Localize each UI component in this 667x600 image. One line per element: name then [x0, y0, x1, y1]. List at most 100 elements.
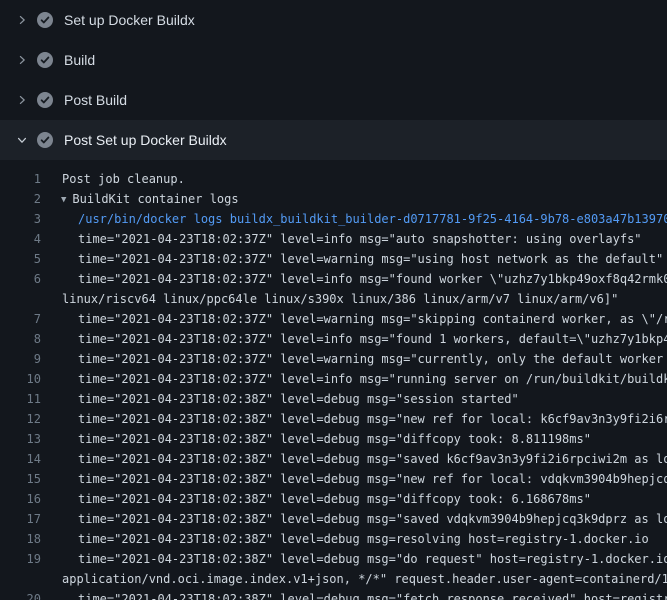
log-line: 12 time="2021-04-23T18:02:38Z" level=deb… — [0, 409, 667, 429]
log-line-number[interactable]: 15 — [0, 469, 41, 489]
chevron-right-icon[interactable] — [17, 55, 27, 65]
log-text: time="2021-04-23T18:02:37Z" level=warnin… — [78, 352, 667, 366]
log-text: time="2021-04-23T18:02:38Z" level=debug … — [78, 592, 667, 600]
log-line-text: time="2021-04-23T18:02:38Z" level=debug … — [41, 509, 667, 529]
log-text: time="2021-04-23T18:02:37Z" level=info m… — [78, 232, 642, 246]
log-line: 11 time="2021-04-23T18:02:38Z" level=deb… — [0, 389, 667, 409]
log-text: BuildKit container logs — [72, 192, 238, 206]
log-line: 13 time="2021-04-23T18:02:38Z" level=deb… — [0, 429, 667, 449]
log-text: time="2021-04-23T18:02:37Z" level=info m… — [78, 332, 667, 346]
log-line-number[interactable]: 12 — [0, 409, 41, 429]
log-text: time="2021-04-23T18:02:38Z" level=debug … — [78, 452, 667, 466]
log-line: 15 time="2021-04-23T18:02:38Z" level=deb… — [0, 469, 667, 489]
step-row-set-up-docker-buildx[interactable]: Set up Docker Buildx — [0, 0, 667, 40]
log-line-text: linux/riscv64 linux/ppc64le linux/s390x … — [41, 289, 618, 309]
step-label: Set up Docker Buildx — [64, 12, 195, 28]
log-line-number[interactable]: 5 — [0, 249, 41, 269]
log-line: 20 time="2021-04-23T18:02:38Z" level=deb… — [0, 589, 667, 600]
log-line-number[interactable]: 7 — [0, 309, 41, 329]
log-line-text: time="2021-04-23T18:02:37Z" level=info m… — [41, 329, 667, 349]
log-line: 14 time="2021-04-23T18:02:38Z" level=deb… — [0, 449, 667, 469]
log-line-number[interactable]: 13 — [0, 429, 41, 449]
log-line-text: time="2021-04-23T18:02:37Z" level=warnin… — [41, 349, 667, 369]
log-line-number[interactable]: 17 — [0, 509, 41, 529]
log-line: 3 /usr/bin/docker logs buildx_buildkit_b… — [0, 209, 667, 229]
log-line-number[interactable]: 11 — [0, 389, 41, 409]
log-line-number[interactable]: 6 — [0, 269, 41, 289]
step-row-post-build[interactable]: Post Build — [0, 80, 667, 120]
log-text: time="2021-04-23T18:02:38Z" level=debug … — [78, 532, 649, 546]
log-line: 18 time="2021-04-23T18:02:38Z" level=deb… — [0, 529, 667, 549]
log-line-text: ▼ BuildKit container logs — [41, 189, 239, 209]
log-line-number[interactable]: 9 — [0, 349, 41, 369]
check-circle-icon — [37, 92, 53, 108]
workflow-log-panel: Set up Docker Buildx Build Post Build — [0, 0, 667, 600]
log-line: linux/riscv64 linux/ppc64le linux/s390x … — [0, 289, 667, 309]
chevron-right-icon[interactable] — [17, 95, 27, 105]
chevron-down-icon[interactable] — [17, 135, 27, 145]
step-row-post-set-up-docker-buildx[interactable]: Post Set up Docker Buildx — [0, 120, 667, 160]
log-line-text: application/vnd.oci.image.index.v1+json,… — [41, 569, 667, 589]
log-text: time="2021-04-23T18:02:37Z" level=info m… — [78, 272, 667, 286]
collapse-toggle-icon[interactable]: ▼ — [61, 190, 66, 210]
log-line-number[interactable]: 18 — [0, 529, 41, 549]
log-line: 8 time="2021-04-23T18:02:37Z" level=info… — [0, 329, 667, 349]
log-line-number[interactable]: 8 — [0, 329, 41, 349]
log-line-text: /usr/bin/docker logs buildx_buildkit_bui… — [41, 209, 667, 229]
log-line: 2 ▼ BuildKit container logs — [0, 189, 667, 209]
log-line-text: time="2021-04-23T18:02:38Z" level=debug … — [41, 409, 667, 429]
log-text: application/vnd.oci.image.index.v1+json,… — [62, 572, 667, 586]
log-line-text: time="2021-04-23T18:02:38Z" level=debug … — [41, 529, 649, 549]
log-line-number[interactable]: 4 — [0, 229, 41, 249]
log-line-number[interactable]: 1 — [0, 169, 41, 189]
log-line: 19 time="2021-04-23T18:02:38Z" level=deb… — [0, 549, 667, 569]
log-line-number[interactable]: 10 — [0, 369, 41, 389]
log-line-text: time="2021-04-23T18:02:38Z" level=debug … — [41, 489, 591, 509]
log-line-text: time="2021-04-23T18:02:38Z" level=debug … — [41, 389, 519, 409]
log-line-text: time="2021-04-23T18:02:38Z" level=debug … — [41, 589, 667, 600]
log-text: time="2021-04-23T18:02:38Z" level=debug … — [78, 512, 667, 526]
log-line: application/vnd.oci.image.index.v1+json,… — [0, 569, 667, 589]
chevron-right-icon[interactable] — [17, 15, 27, 25]
log-line-text: time="2021-04-23T18:02:38Z" level=debug … — [41, 449, 667, 469]
log-line: 1 Post job cleanup. — [0, 169, 667, 189]
log-area: 1 Post job cleanup. 2 ▼ BuildKit containe… — [0, 160, 667, 600]
check-circle-icon — [37, 132, 53, 148]
log-line-text: time="2021-04-23T18:02:37Z" level=info m… — [41, 229, 642, 249]
log-line-number[interactable]: 3 — [0, 209, 41, 229]
log-line-number[interactable]: 20 — [0, 589, 41, 600]
log-text: Post job cleanup. — [62, 172, 185, 186]
check-circle-icon — [37, 12, 53, 28]
log-line-text: time="2021-04-23T18:02:38Z" level=debug … — [41, 469, 667, 489]
log-line-number[interactable]: 19 — [0, 549, 41, 569]
log-line: 7 time="2021-04-23T18:02:37Z" level=warn… — [0, 309, 667, 329]
step-row-build[interactable]: Build — [0, 40, 667, 80]
check-circle-icon — [37, 52, 53, 68]
log-line-text: time="2021-04-23T18:02:38Z" level=debug … — [41, 429, 591, 449]
log-text: linux/riscv64 linux/ppc64le linux/s390x … — [62, 292, 618, 306]
log-line: 16 time="2021-04-23T18:02:38Z" level=deb… — [0, 489, 667, 509]
log-line: 17 time="2021-04-23T18:02:38Z" level=deb… — [0, 509, 667, 529]
step-label: Post Set up Docker Buildx — [64, 132, 227, 148]
log-line-text: Post job cleanup. — [41, 169, 185, 189]
step-label: Post Build — [64, 92, 127, 108]
log-line: 10 time="2021-04-23T18:02:37Z" level=inf… — [0, 369, 667, 389]
log-line-text: time="2021-04-23T18:02:38Z" level=debug … — [41, 549, 667, 569]
step-label: Build — [64, 52, 95, 68]
log-text: time="2021-04-23T18:02:38Z" level=debug … — [78, 392, 519, 406]
log-line-number[interactable]: 14 — [0, 449, 41, 469]
log-text: /usr/bin/docker logs buildx_buildkit_bui… — [78, 212, 667, 226]
log-line-number[interactable]: 16 — [0, 489, 41, 509]
log-line-number[interactable]: 2 — [0, 189, 41, 209]
log-text: time="2021-04-23T18:02:37Z" level=warnin… — [78, 312, 667, 326]
log-text: time="2021-04-23T18:02:38Z" level=debug … — [78, 552, 667, 566]
log-line-number[interactable] — [0, 289, 41, 309]
log-line: 6 time="2021-04-23T18:02:37Z" level=info… — [0, 269, 667, 289]
log-text: time="2021-04-23T18:02:38Z" level=debug … — [78, 412, 667, 426]
log-line-text: time="2021-04-23T18:02:37Z" level=warnin… — [41, 249, 663, 269]
steps-list: Set up Docker Buildx Build Post Build — [0, 0, 667, 160]
log-line-text: time="2021-04-23T18:02:37Z" level=info m… — [41, 269, 667, 289]
log-text: time="2021-04-23T18:02:38Z" level=debug … — [78, 472, 667, 486]
log-line-text: time="2021-04-23T18:02:37Z" level=warnin… — [41, 309, 667, 329]
log-line-number[interactable] — [0, 569, 41, 589]
